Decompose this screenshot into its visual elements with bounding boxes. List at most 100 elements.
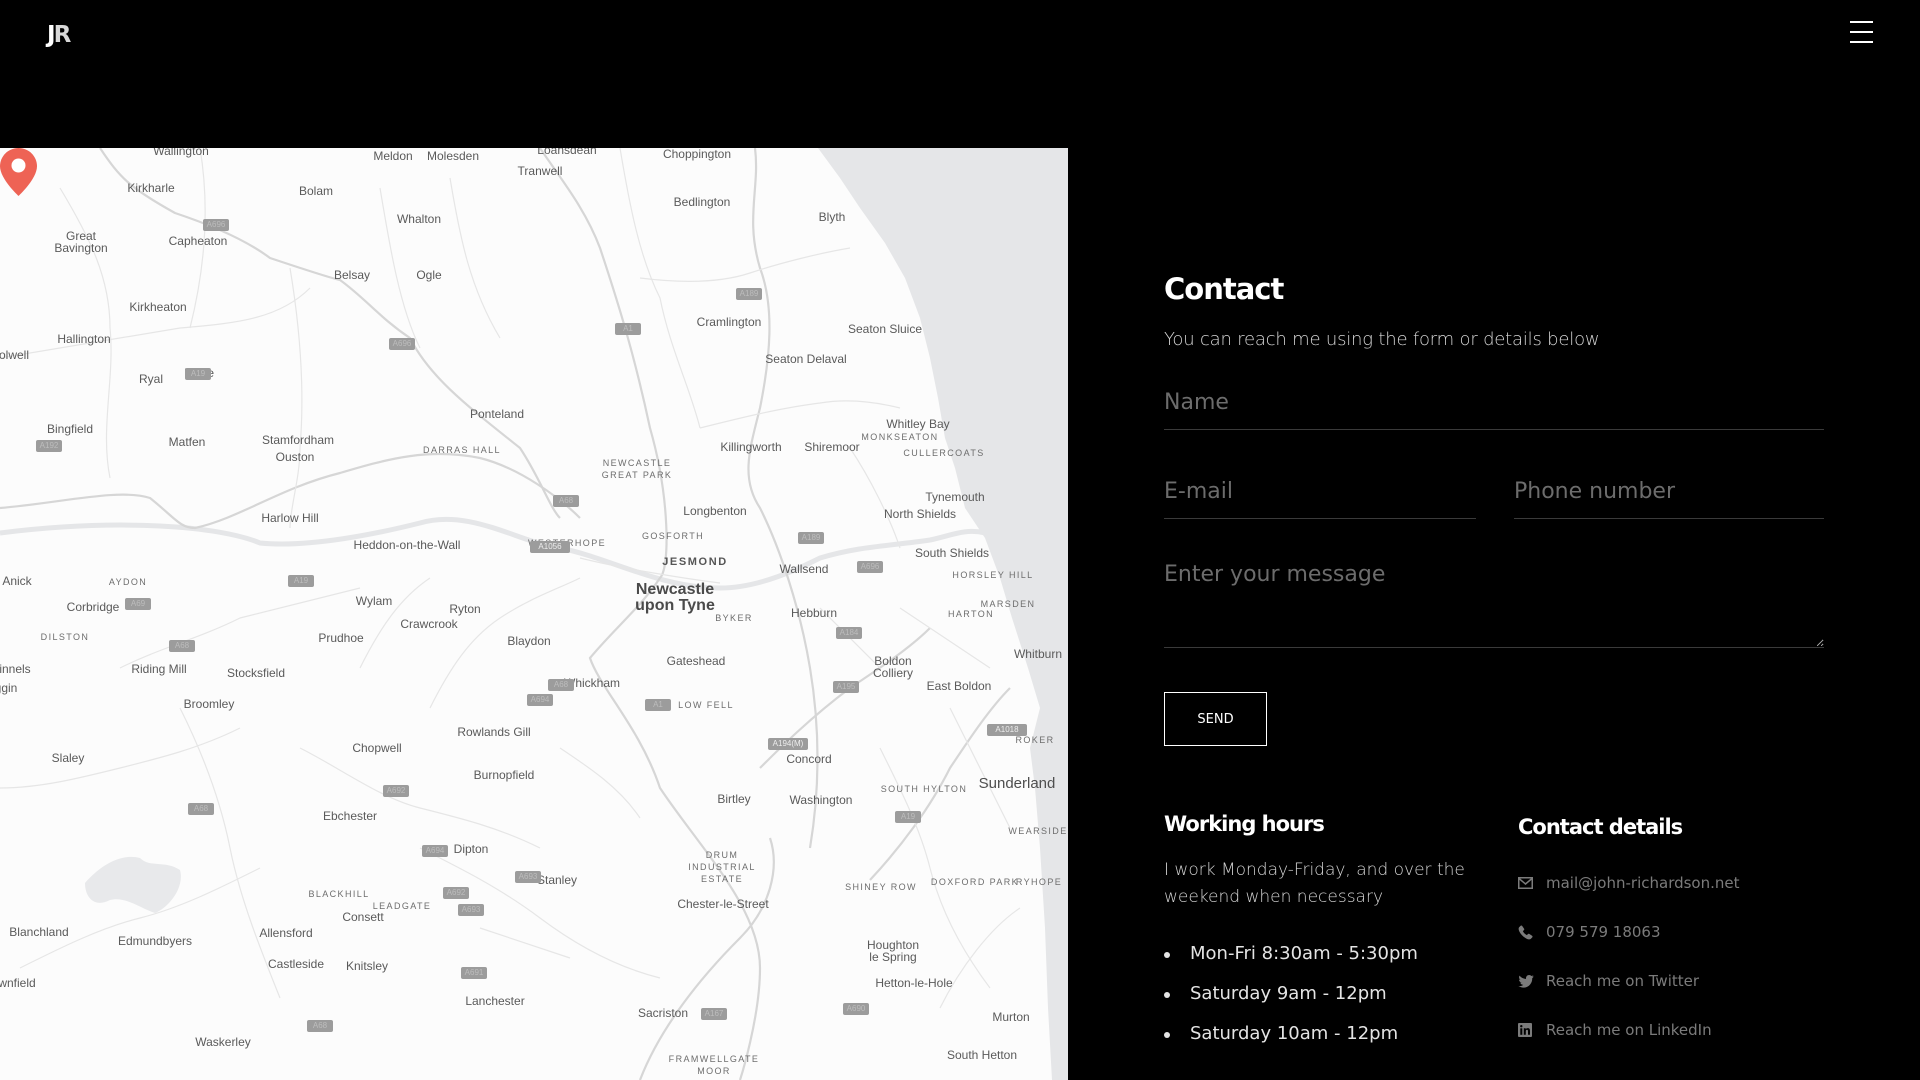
map-place-label: Knitsley	[345, 959, 389, 973]
map-place-label: Chester-le-Street	[677, 897, 769, 911]
road-shield: A696	[389, 338, 415, 350]
map-place-label: Heddon-on-the-Wall	[353, 538, 461, 552]
twitter-link[interactable]: Reach me on Twitter	[1546, 971, 1699, 991]
map-place-label: Consett	[342, 910, 384, 924]
name-input[interactable]	[1164, 390, 1824, 430]
map-place-label: SOUTH HYLTON	[880, 784, 968, 794]
road-shield: A194(M)	[768, 738, 808, 750]
map-place-label: Kirkheaton	[129, 300, 187, 314]
map-place-label: South Shields	[914, 546, 990, 560]
road-shield: A68	[169, 640, 195, 652]
map-place-label: Wallsend	[779, 562, 829, 576]
phone-link[interactable]: 079 579 18063	[1546, 922, 1661, 942]
map-place-label: Choppington	[662, 148, 732, 161]
map-place-label: Blanchland	[9, 925, 69, 939]
message-textarea[interactable]	[1164, 562, 1824, 648]
map-place-label: Crawcrook	[400, 617, 458, 631]
road-shield: A692	[383, 785, 409, 797]
envelope-icon	[1518, 873, 1546, 893]
road-shield: A68	[307, 1020, 333, 1032]
hours-item: Saturday 9am - 12pm	[1164, 980, 1418, 1020]
map-place-label: Kirkharle	[127, 181, 175, 195]
hamburger-menu-icon[interactable]	[1850, 20, 1873, 44]
reservoir	[85, 856, 181, 913]
map-place-label: Matfen	[168, 435, 206, 449]
map-place-label: Ouston	[275, 450, 315, 464]
map-place-label: ggin	[0, 681, 18, 695]
map-place-label: Edmundbyers	[117, 934, 193, 948]
map-place-label: Cramlington	[696, 315, 762, 329]
email-input[interactable]	[1164, 479, 1476, 519]
road-shield: A1	[645, 699, 671, 711]
road-shield: A696	[857, 561, 883, 573]
map-place-label: Bolam	[298, 184, 334, 198]
map-pin-icon[interactable]	[0, 148, 37, 196]
map-place-label: Loansdean	[537, 148, 597, 157]
map-place-label: Hebburn	[790, 606, 838, 620]
map-place-label: Shiremoor	[804, 440, 860, 454]
map-place-label: Castleside	[267, 957, 325, 971]
map-place-label: North Shields	[883, 507, 957, 521]
map-place-label: Harlow Hill	[261, 511, 319, 525]
map-place-label: Wylam	[355, 594, 393, 608]
site-logo[interactable]: JR	[47, 22, 71, 48]
map-place-label: Waskerley	[195, 1035, 251, 1049]
map-place-label: Whitburn	[1013, 647, 1063, 661]
map-place-label: Seaton Sluice	[847, 322, 923, 336]
map-place-label: Stamfordham	[261, 433, 335, 447]
map-place-label: Longbenton	[683, 504, 747, 518]
road-shield: A167	[701, 1008, 727, 1020]
map-place-label: Tranwell	[517, 164, 563, 178]
road-a696	[99, 148, 561, 519]
map-place-label: GOSFORTH	[641, 531, 705, 541]
map-place-label: Ryton	[449, 602, 481, 616]
map-place-label: FRAMWELLGATE MOOR	[668, 1054, 760, 1076]
road-shield: A696	[203, 219, 229, 231]
map-place-label: Chopwell	[352, 741, 402, 755]
map-place-label: Belsay	[333, 268, 371, 282]
road-shield: A19	[895, 811, 921, 823]
map-place-label: Blyth	[818, 210, 846, 224]
road-shield: A1018	[987, 724, 1027, 736]
contact-detail-phone: 079 579 18063	[1518, 922, 1740, 971]
contact-detail-twitter: Reach me on Twitter	[1518, 971, 1740, 1020]
menu-line	[1850, 21, 1873, 23]
map-place-label: Boldon Colliery	[872, 654, 914, 680]
map-place-label: BLACKHILL	[308, 889, 370, 899]
map-place-label: Slaley	[51, 751, 85, 765]
map-place-label: Stanley	[536, 873, 578, 887]
map-place-label: Concord	[786, 752, 832, 766]
linkedin-link[interactable]: Reach me on LinkedIn	[1546, 1020, 1712, 1040]
menu-line	[1850, 31, 1873, 33]
map-place-label: Blaydon	[507, 634, 551, 648]
map-place-label: Bingfield	[46, 422, 94, 436]
map-embed[interactable]: Wallington Meldon Molesden Loansdean Choppin…	[0, 148, 1068, 1080]
map-place-label: Sunderland	[978, 775, 1056, 792]
email-link[interactable]: mail@john-richardson.net	[1546, 873, 1740, 893]
map-place-label: CULLERCOATS	[903, 448, 985, 458]
map-place-label: wnfield	[0, 976, 36, 990]
map-place-label: Allensford	[259, 926, 313, 940]
map-place-label: DARRAS HALL	[423, 445, 501, 455]
road-shield: A693	[515, 871, 541, 883]
map-place-label: Newcastle upon Tyne	[635, 581, 715, 614]
twitter-icon	[1518, 971, 1546, 991]
map-place-label: HORSLEY HILL	[952, 570, 1034, 580]
linkedin-icon	[1518, 1020, 1546, 1040]
map-place-label: RYHOPE	[1015, 877, 1063, 887]
road-shield: A184	[836, 627, 862, 639]
map-place-label: WEARSIDE	[1008, 826, 1068, 836]
map-place-label: Hallington	[57, 332, 111, 346]
map-place-label: Dipton	[453, 842, 489, 856]
site-header: JR	[0, 0, 1920, 148]
map-place-label: Wallington	[153, 148, 209, 158]
send-button[interactable]: SEND	[1164, 692, 1267, 746]
map-place-label: innels	[0, 662, 31, 676]
phone-input[interactable]	[1514, 479, 1824, 519]
map-place-label: Murton	[992, 1010, 1030, 1024]
map-place-label: olwell	[0, 348, 30, 362]
road-shield: A694	[422, 845, 448, 857]
road-shield: A69	[125, 598, 151, 610]
contact-subtitle: You can reach me using the form or detai…	[1164, 329, 1600, 350]
river-tyne	[0, 516, 986, 591]
